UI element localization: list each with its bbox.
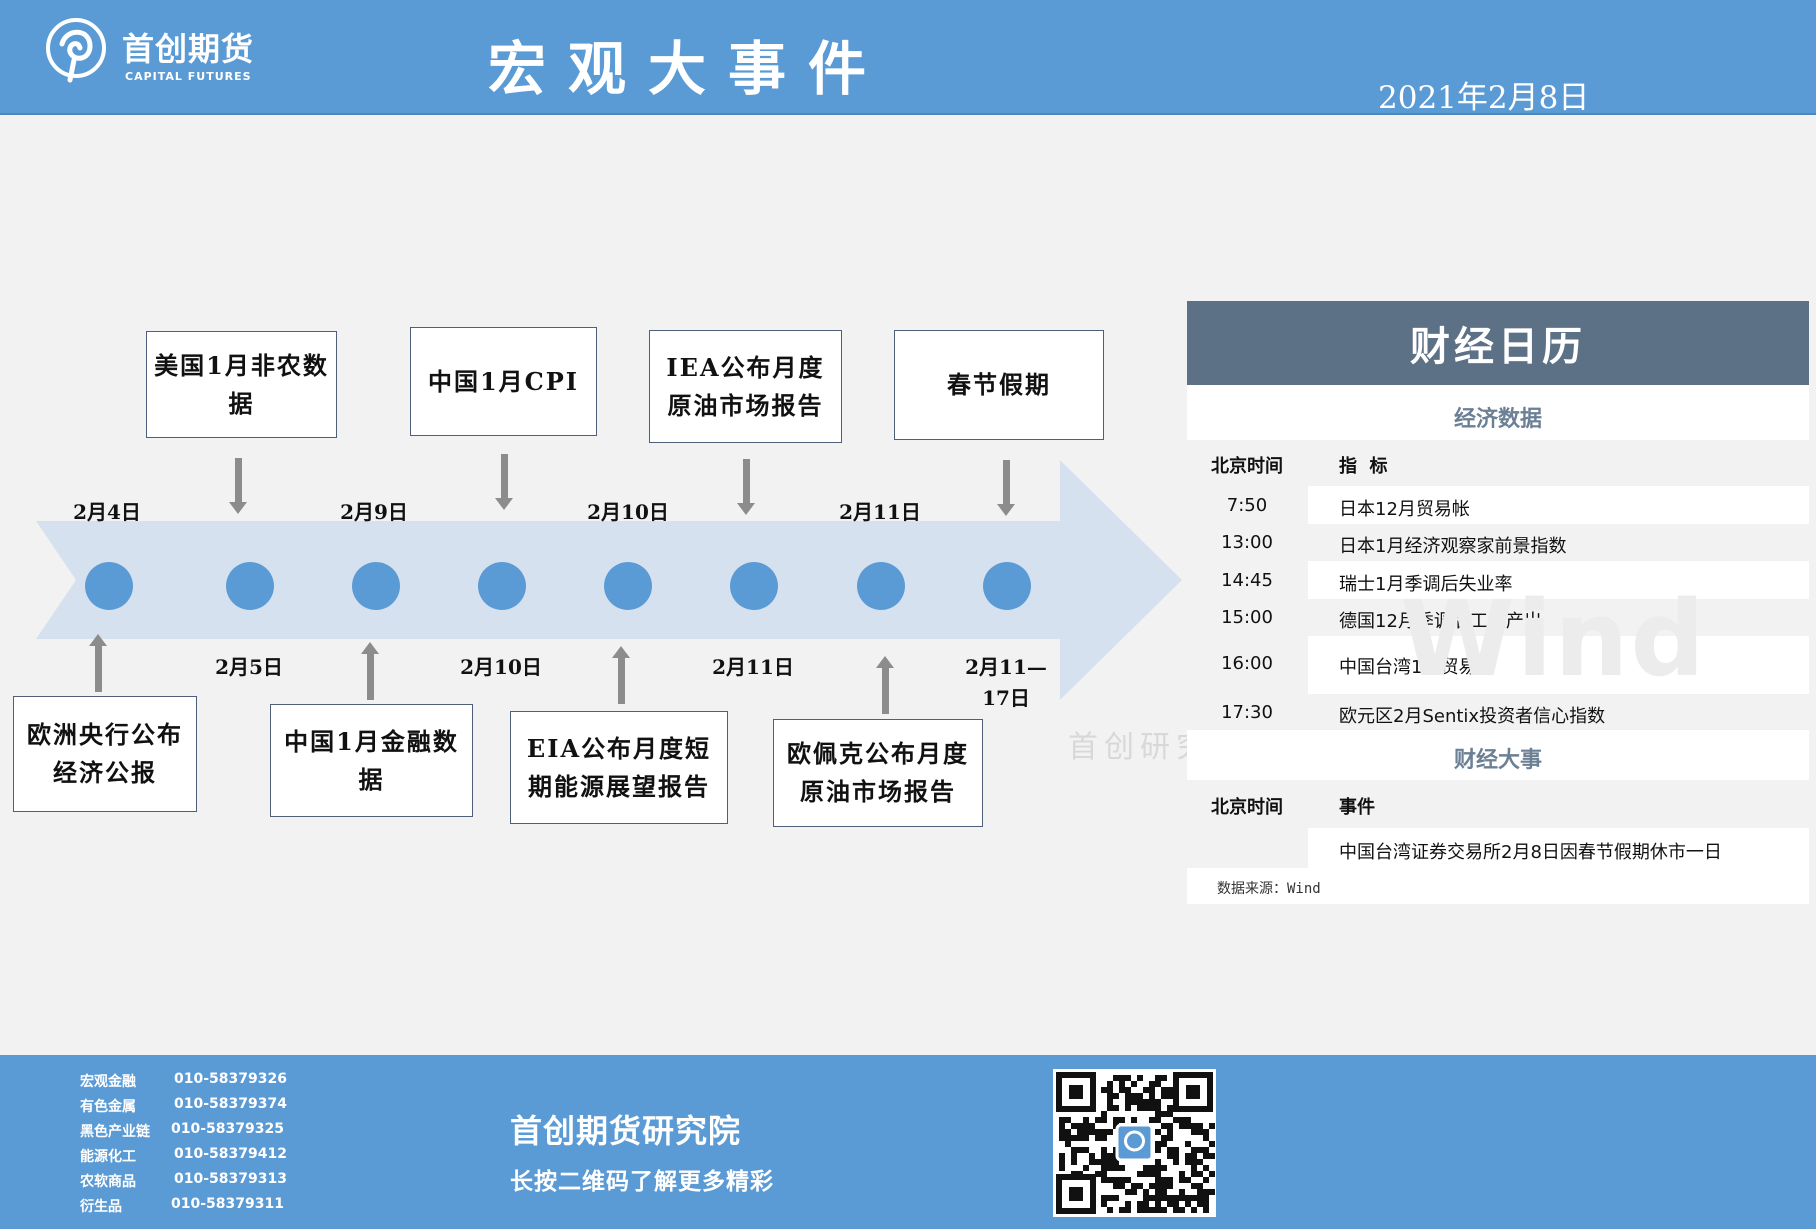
table-row: 7:50 日本12月贸易帐 — [1187, 486, 1809, 524]
footer-slogan: 长按二维码了解更多精彩 — [510, 1169, 774, 1195]
contact-dept: 黑色产业链 — [80, 1124, 150, 1140]
data-source-note: 数据来源：Wind — [1217, 881, 1321, 897]
report-date: 2021年2月8日 — [1378, 80, 1590, 116]
row-time: 13:00 — [1221, 532, 1273, 553]
contact-dept: 农软商品 — [80, 1174, 136, 1190]
timeline-dot — [226, 562, 274, 610]
row-time: 14:45 — [1221, 570, 1273, 591]
col-event-header: 事件 — [1339, 797, 1375, 818]
timeline-date: 2月9日 — [340, 500, 408, 524]
row-time: 7:50 — [1226, 495, 1268, 516]
timeline-date: 2月11日 — [712, 655, 794, 679]
timeline-dot — [857, 562, 905, 610]
event-box-china-finance: 中国1月金融数据 — [270, 704, 473, 817]
capital-futures-logo-icon — [46, 18, 106, 83]
timeline-dot — [730, 562, 778, 610]
timeline-date: 2月5日 — [215, 655, 283, 679]
events-table-header: 北京时间 事件 — [1187, 780, 1809, 828]
up-arrow-icon — [89, 634, 107, 692]
economic-data-heading: 经济数据 — [1453, 407, 1542, 432]
timeline-dot — [352, 562, 400, 610]
financial-events-heading: 财经大事 — [1453, 748, 1542, 773]
timeline-date: 2月4日 — [73, 500, 141, 524]
event-box-cpi: 中国1月CPI — [410, 327, 597, 436]
timeline-date: 2月10日 — [460, 655, 542, 679]
table-row: 中国台湾证券交易所2月8日因春节假期休市一日 — [1187, 828, 1809, 868]
timeline-date: 2月10日 — [587, 500, 669, 524]
contact-dept: 衍生品 — [80, 1199, 122, 1215]
contact-phone: 010-58379325 — [171, 1121, 284, 1137]
up-arrow-icon — [612, 646, 630, 704]
timeline-date: 2月11日 — [839, 500, 921, 524]
economic-table-header: 北京时间 指 标 — [1187, 440, 1809, 486]
up-arrow-icon — [361, 642, 379, 700]
contact-phone: 010-58379326 — [174, 1071, 287, 1087]
contact-phone: 010-58379374 — [174, 1096, 287, 1112]
col-indicator-header: 指 标 — [1339, 456, 1388, 477]
timeline-dot — [983, 562, 1031, 610]
down-arrow-icon — [495, 454, 513, 510]
timeline-dot — [85, 562, 133, 610]
col-time-header: 北京时间 — [1211, 456, 1283, 477]
row-indicator: 日本1月经济观察家前景指数 — [1339, 536, 1567, 557]
contact-phone: 010-58379412 — [174, 1146, 287, 1162]
event-box-opec: 欧佩克公布月度原油市场报告 — [773, 719, 983, 827]
footer-org-name: 首创期货研究院 — [510, 1112, 742, 1150]
down-arrow-icon — [737, 459, 755, 515]
page-title: 宏观大事件 — [488, 35, 889, 103]
down-arrow-icon — [229, 458, 247, 514]
event-box-ecb: 欧洲央行公布经济公报 — [13, 696, 197, 812]
event-box-eia: EIA公布月度短期能源展望报告 — [510, 711, 728, 824]
logo-text-en: CAPITAL FUTURES — [125, 70, 252, 83]
event-box-spring-festival: 春节假期 — [894, 330, 1104, 440]
calendar-title: 财经日历 — [1187, 301, 1809, 385]
timeline-date: 2月11— — [965, 655, 1047, 679]
timeline-date: 17日 — [982, 686, 1030, 710]
qr-code-icon[interactable] — [1053, 1069, 1216, 1217]
contact-dept: 宏观金融 — [80, 1074, 136, 1090]
col-time-header: 北京时间 — [1211, 797, 1283, 818]
down-arrow-icon — [997, 460, 1015, 516]
row-time: 15:00 — [1221, 607, 1273, 628]
row-indicator: 日本12月贸易帐 — [1339, 499, 1470, 520]
row-time: 16:00 — [1221, 653, 1273, 674]
logo-text-cn: 首创期货 — [122, 30, 255, 68]
event-box-nfp: 美国1月非农数据 — [146, 331, 337, 438]
contact-phone: 010-58379311 — [171, 1196, 284, 1212]
event-box-iea: IEA公布月度原油市场报告 — [649, 330, 842, 443]
up-arrow-icon — [876, 656, 894, 714]
row-time: 17:30 — [1221, 702, 1273, 723]
row-indicator: 欧元区2月Sentix投资者信心指数 — [1339, 706, 1606, 727]
timeline-dot — [478, 562, 526, 610]
table-row: 13:00 日本1月经济观察家前景指数 — [1187, 524, 1809, 561]
row-event: 中国台湾证券交易所2月8日因春节假期休市一日 — [1339, 842, 1722, 863]
contact-phone: 010-58379313 — [174, 1171, 287, 1187]
contact-dept: 有色金属 — [80, 1099, 136, 1115]
contact-dept: 能源化工 — [80, 1149, 136, 1165]
wind-watermark: Wind — [1400, 578, 1707, 700]
timeline-dot — [604, 562, 652, 610]
